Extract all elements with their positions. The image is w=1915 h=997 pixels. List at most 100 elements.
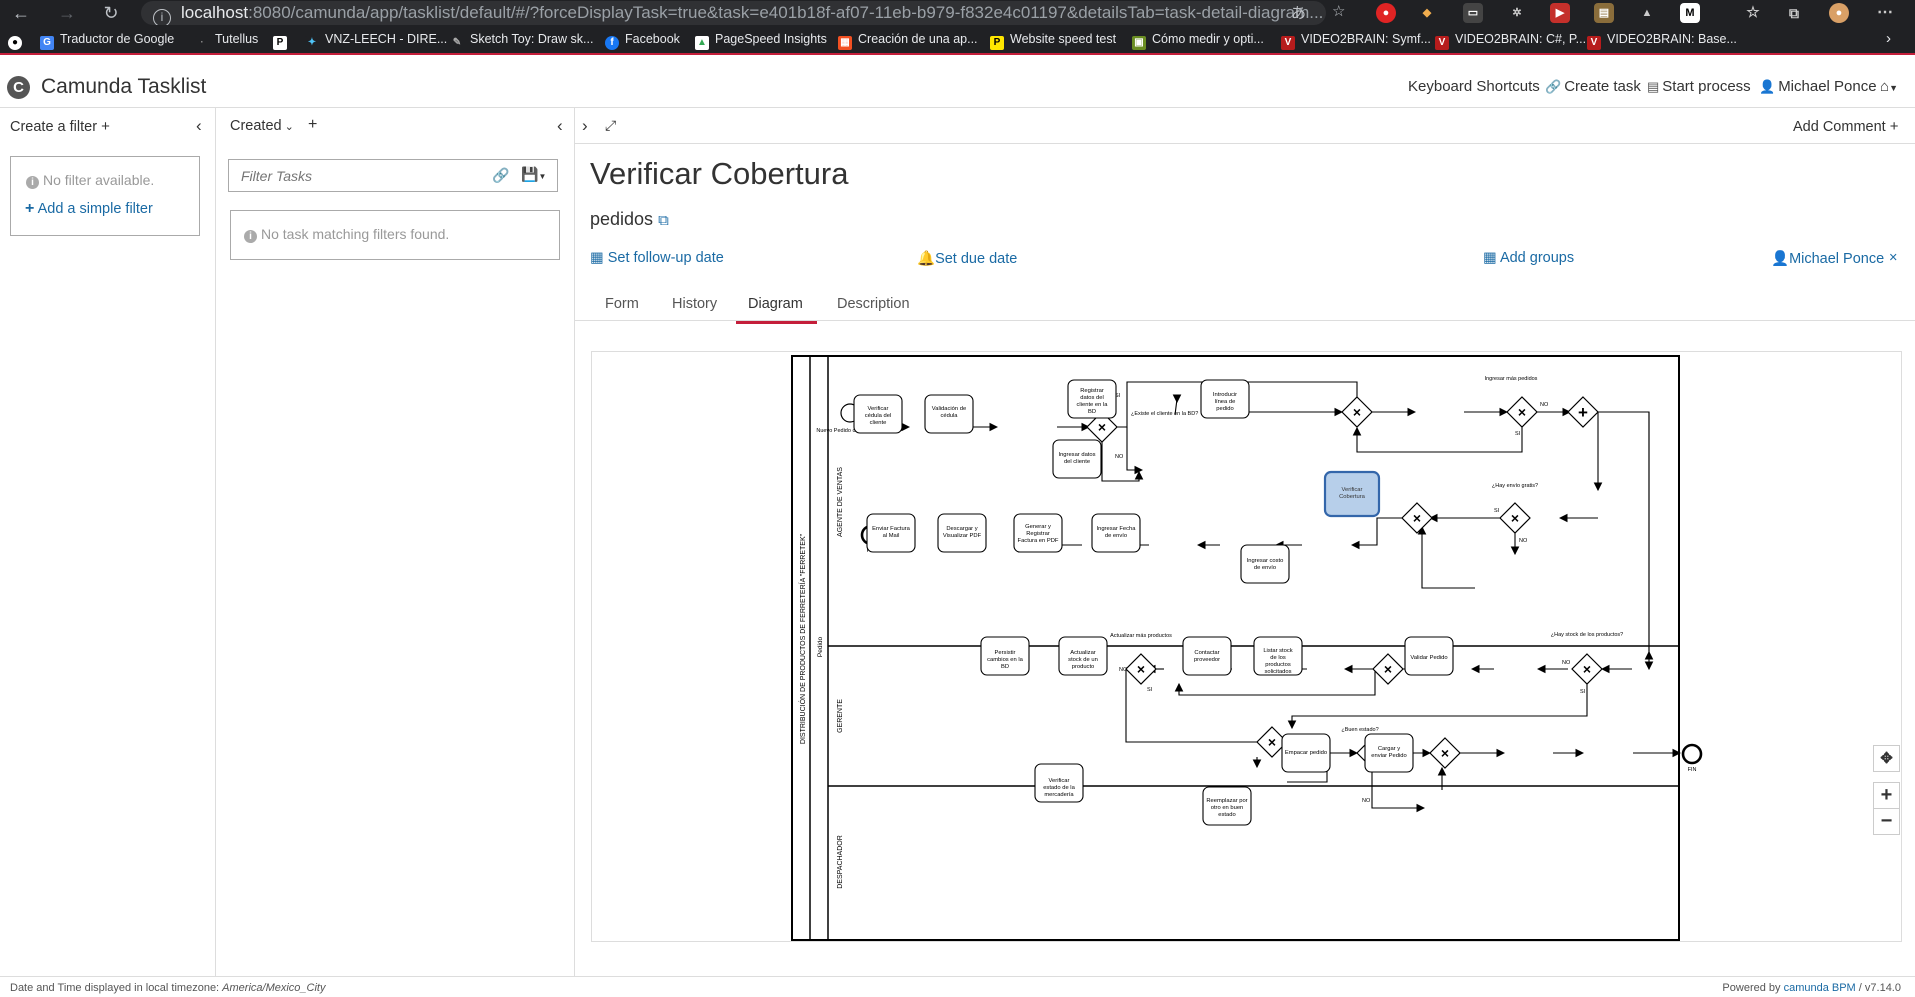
camunda-logo[interactable]: C — [7, 76, 30, 99]
fullscreen-icon[interactable]: ⤢ — [605, 117, 616, 134]
bookmark-item[interactable]: P — [273, 32, 293, 50]
bookmark-item[interactable]: P Website speed test — [990, 32, 1116, 50]
task[interactable]: Registrar datos del cliente en la BD — [1067, 379, 1117, 419]
task[interactable]: Introducir línea de pedido — [1200, 379, 1250, 419]
tab-form[interactable]: Form — [605, 296, 639, 321]
tab-divider — [575, 320, 1915, 321]
bookmark-item[interactable]: ✦ VNZ-LEECH - DIRE... — [305, 32, 447, 50]
task[interactable]: Listar stock de los productos solicitados — [1253, 636, 1303, 676]
bookmark-item[interactable]: V VIDEO2BRAIN: Base... — [1587, 32, 1737, 50]
bookmark-item[interactable]: ▦ Creación de una ap... — [838, 32, 978, 50]
add-sort-button[interactable]: + — [308, 116, 317, 134]
reset-zoom-button[interactable]: ✥ — [1873, 745, 1900, 772]
task[interactable]: Enviar Factura al Mail — [866, 513, 916, 553]
task[interactable]: Contactar proveedor — [1182, 636, 1232, 676]
home-menu[interactable]: ⌂▼ — [1880, 78, 1898, 95]
task[interactable]: Verificar estado de la mercadería — [1034, 763, 1084, 803]
set-follow-up-date-button[interactable]: ▦ Set follow-up date — [590, 250, 724, 266]
extension-icon[interactable]: ● — [1376, 3, 1396, 23]
bookmark-item[interactable]: · Tutellus — [195, 32, 258, 50]
assignee-link[interactable]: 👤Michael Ponce — [1771, 250, 1884, 267]
zoom-out-button[interactable]: − — [1873, 808, 1900, 835]
extension-icon[interactable]: ▶ — [1550, 3, 1570, 23]
add-groups-button[interactable]: ▦ Add groups — [1483, 250, 1574, 266]
save-icon[interactable]: 💾▼ — [521, 166, 546, 183]
forward-icon[interactable]: → — [54, 2, 80, 24]
process-name-link[interactable]: pedidos ⧉ — [590, 209, 669, 230]
profile-avatar[interactable]: ● — [1829, 3, 1849, 23]
reload-icon[interactable]: ↻ — [98, 2, 124, 24]
link-icon[interactable]: 🔗 — [492, 167, 509, 184]
tab-description[interactable]: Description — [837, 296, 910, 321]
collapse-left-icon[interactable]: ‹ — [557, 116, 563, 136]
extension-icon[interactable]: ▲ — [1637, 3, 1657, 23]
app-title[interactable]: Camunda Tasklist — [41, 75, 206, 99]
chevron-right-icon[interactable]: › — [1886, 30, 1891, 47]
add-simple-filter-link[interactable]: + Add a simple filter — [25, 200, 153, 218]
task[interactable]: Validar Pedido — [1404, 636, 1454, 676]
extension-icon[interactable]: M — [1680, 3, 1700, 23]
lane-label-ventas: AGENTE DE VENTAS — [837, 467, 844, 537]
remove-assignee-icon[interactable]: × — [1889, 250, 1897, 266]
back-icon[interactable]: ← — [8, 2, 34, 24]
extension-icon[interactable]: ▭ — [1463, 3, 1483, 23]
favorites-icon[interactable]: ☆ — [1743, 3, 1763, 23]
sort-dropdown[interactable]: Created ⌄ — [230, 118, 294, 134]
end-event[interactable] — [1681, 743, 1703, 765]
gateway[interactable]: × — [1341, 396, 1373, 428]
extension-icon[interactable]: ▤ — [1594, 3, 1614, 23]
task[interactable]: Actualizar stock de un producto — [1058, 636, 1108, 676]
task[interactable]: Ingresar Fecha de envío — [1091, 513, 1141, 553]
bookmark-item[interactable]: ✎ Sketch Toy: Draw sk... — [450, 32, 593, 50]
set-due-date-button[interactable]: 🔔Set due date — [917, 250, 1017, 267]
gateway[interactable]: × — [1506, 396, 1538, 428]
parallel-gateway[interactable]: + — [1567, 396, 1599, 428]
bookmark-star-icon[interactable]: ☆ — [1332, 2, 1345, 20]
address-bar[interactable]: i localhost:8080/camunda/app/tasklist/def… — [141, 1, 1326, 25]
bookmark-item[interactable]: V VIDEO2BRAIN: C#, P... — [1435, 32, 1586, 50]
task[interactable]: Reemplazar por otro en buen estado — [1202, 786, 1252, 826]
task[interactable]: Ingresar costo de envío — [1240, 544, 1290, 584]
extension-icon[interactable]: ✲ — [1507, 3, 1527, 23]
translate-icon[interactable]: あ — [1291, 2, 1306, 23]
add-comment-link[interactable]: Add Comment + — [1793, 118, 1898, 135]
extension-icon[interactable]: ◆ — [1417, 3, 1437, 23]
bpmn-diagram[interactable]: DISTRIBUCIÓN DE PRODUCTOS DE FERRETERÍA … — [591, 351, 1902, 942]
bookmark-item[interactable]: G Traductor de Google — [40, 32, 174, 50]
flow-label-no: NO — [1519, 538, 1528, 544]
gateway[interactable]: × — [1571, 653, 1603, 685]
task[interactable]: Cargar y enviar Pedido — [1364, 733, 1414, 773]
bookmark-item[interactable]: f Facebook — [605, 32, 680, 50]
camunda-link[interactable]: camunda BPM — [1784, 982, 1856, 994]
keyboard-shortcuts-link[interactable]: Keyboard Shortcuts — [1408, 78, 1540, 95]
list-icon: ▤ — [1647, 79, 1660, 94]
tab-history[interactable]: History — [672, 296, 717, 321]
expand-right-icon[interactable]: › — [582, 116, 588, 136]
task[interactable]: Descargar y Visualizar PDF — [937, 513, 987, 553]
collapse-left-icon[interactable]: ‹ — [196, 116, 202, 136]
bookmark-item[interactable]: ▲ PageSpeed Insights — [695, 32, 827, 50]
gateway[interactable]: × — [1499, 502, 1531, 534]
start-process-link[interactable]: ▤ Start process — [1647, 78, 1751, 95]
bookmark-item[interactable]: V VIDEO2BRAIN: Symf... — [1281, 32, 1431, 50]
gateway[interactable]: × — [1429, 737, 1461, 769]
gateway[interactable]: × — [1125, 653, 1157, 685]
create-filter-link[interactable]: Create a filter + — [10, 118, 110, 135]
create-task-link[interactable]: 🔗 Create task — [1545, 78, 1641, 95]
task[interactable]: Ingresar datos del cliente — [1052, 439, 1102, 479]
more-icon[interactable]: ⋯ — [1875, 3, 1895, 23]
task[interactable]: Generar y Registrar Factura en PDF — [1013, 513, 1063, 553]
user-menu[interactable]: 👤 Michael Ponce — [1759, 78, 1877, 95]
gateway[interactable]: × — [1401, 502, 1433, 534]
task[interactable]: Validación de cédula — [924, 394, 974, 434]
zoom-in-button[interactable]: + — [1873, 782, 1900, 809]
task[interactable]: Verificar cédula del cliente — [853, 394, 903, 434]
collections-icon[interactable]: ⧉ — [1784, 3, 1804, 23]
site-info-icon[interactable]: i — [153, 9, 171, 25]
github-icon[interactable]: ● — [8, 32, 28, 50]
gateway[interactable]: × — [1372, 653, 1404, 685]
task-active[interactable]: Verificar Cobertura — [1323, 470, 1381, 518]
task[interactable]: Empacar pedido — [1281, 733, 1331, 773]
bookmark-item[interactable]: ▣ Cómo medir y opti... — [1132, 32, 1264, 50]
task[interactable]: Persistir cambios en la BD — [980, 636, 1030, 676]
